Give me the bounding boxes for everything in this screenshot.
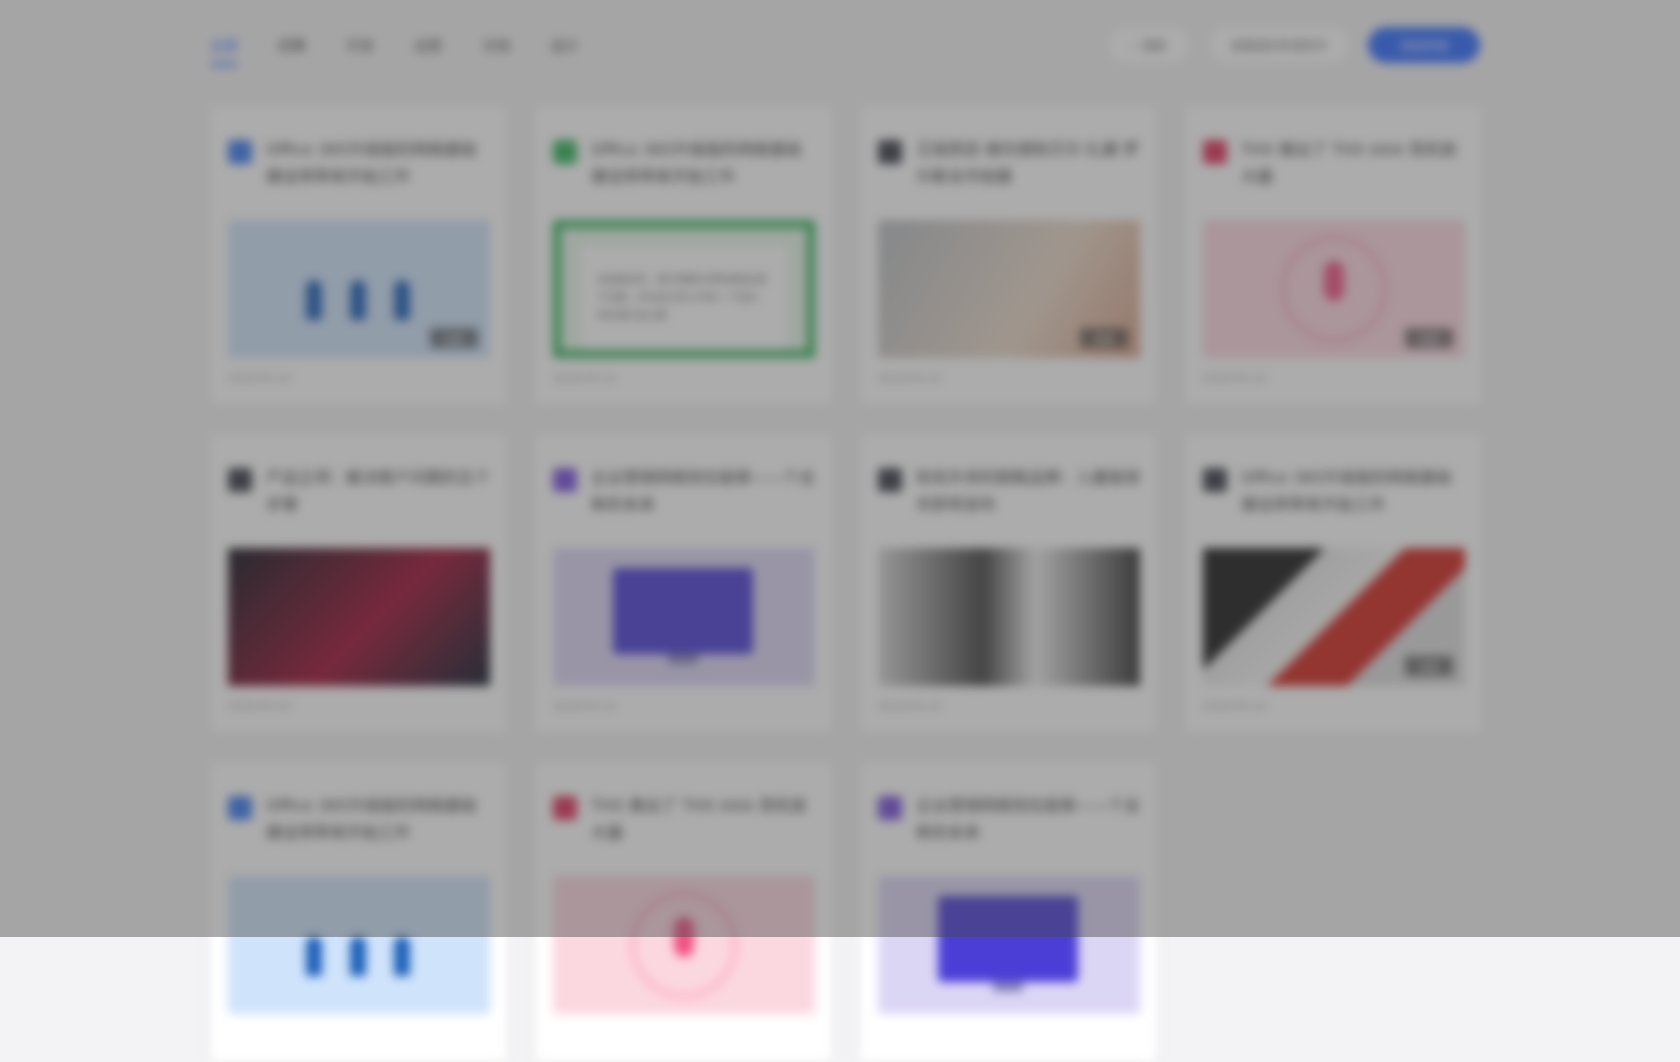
modal-overlay[interactable] bbox=[0, 0, 1680, 937]
